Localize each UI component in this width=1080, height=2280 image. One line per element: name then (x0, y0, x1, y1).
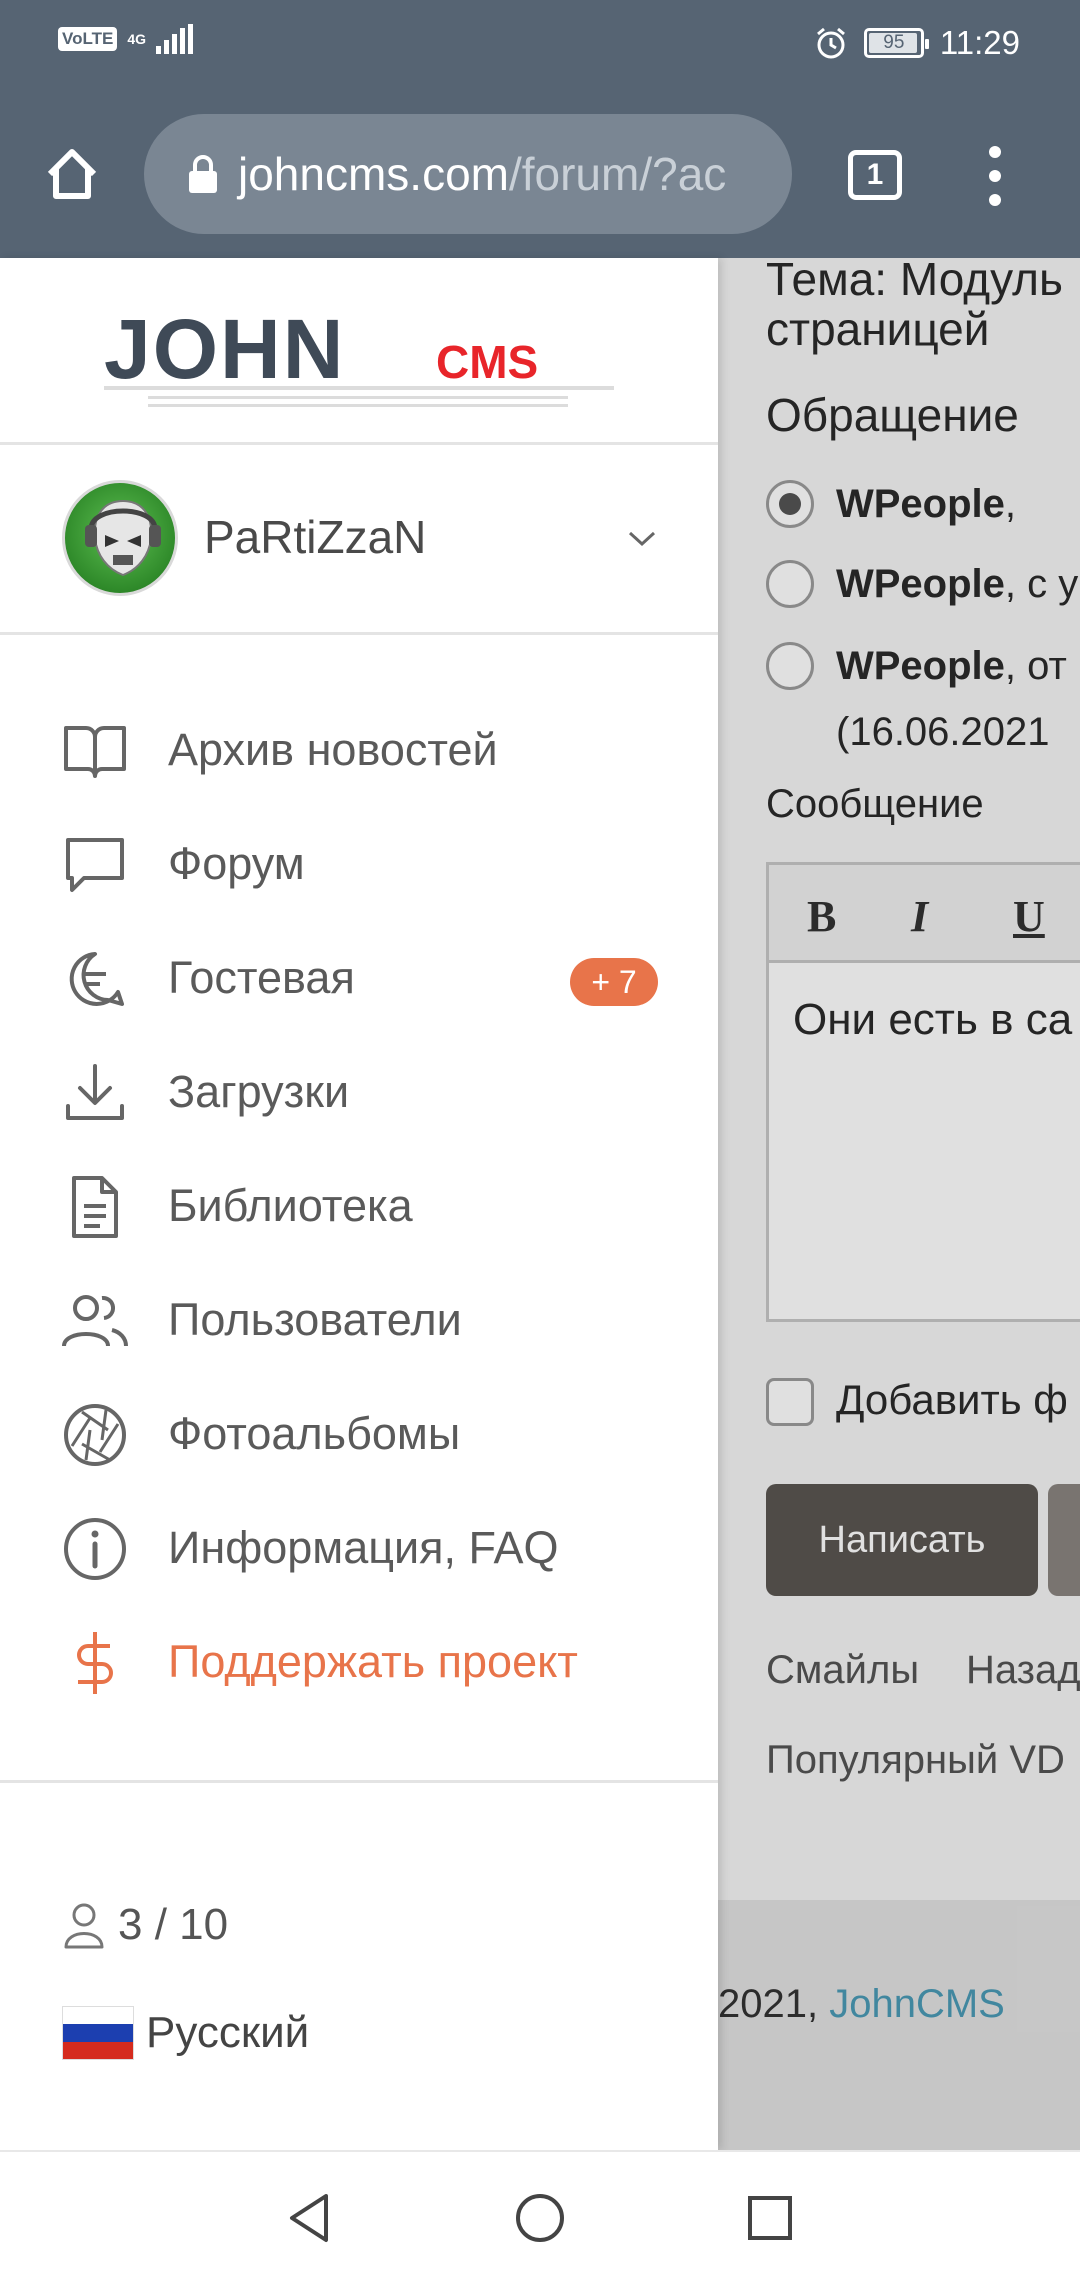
svg-text:JOHN: JOHN (104, 310, 345, 396)
guestbook-badge: + 7 (570, 958, 658, 1006)
signal-bars-icon (156, 24, 193, 54)
guestbook-icon (69, 952, 124, 1006)
browser-menu-button[interactable] (980, 146, 1010, 206)
download-icon (66, 1064, 124, 1120)
nav-label: Поддержать проект (168, 1636, 578, 1687)
online-counter[interactable]: 3 / 10 (62, 1900, 228, 1950)
url-host: johncms.com (238, 148, 509, 200)
divider (0, 632, 718, 635)
recents-square-icon[interactable] (740, 2188, 800, 2248)
language-label: Русский (146, 2008, 310, 2057)
book-icon (64, 726, 126, 778)
battery-icon: 95 (863, 28, 929, 58)
navigation-drawer: JOHN CMS PaRtiZzaN Архив новостей Форум … (0, 258, 718, 2150)
drawer-scrim[interactable] (718, 258, 1080, 2150)
users-icon (62, 1295, 128, 1347)
network-type: 4G (127, 31, 146, 47)
johncms-logo[interactable]: JOHN CMS (104, 302, 614, 410)
svg-text:CMS: CMS (436, 336, 538, 388)
lock-icon (189, 155, 217, 193)
info-icon (64, 1518, 126, 1580)
nav-label: Пользователи (168, 1294, 462, 1345)
language-selector[interactable]: Русский (62, 2006, 309, 2060)
url-path: /forum/?ac (508, 148, 727, 200)
status-right: 95 11:29 (814, 24, 1020, 62)
alarm-icon (816, 27, 845, 59)
status-bar: VoLTE 4G 95 11:29 (0, 0, 1080, 90)
nav-label: Форум (168, 838, 305, 889)
signal-indicators: VoLTE 4G (58, 24, 193, 54)
online-count: 3 / 10 (118, 1900, 229, 1949)
chevron-down-icon[interactable] (624, 520, 660, 556)
user-icon (64, 1903, 104, 1949)
battery-level: 95 (883, 32, 905, 53)
nav-label: Библиотека (168, 1180, 413, 1231)
home-circle-icon[interactable] (510, 2188, 570, 2248)
address-bar[interactable]: johncms.com/forum/?ac (144, 114, 792, 234)
home-icon (47, 149, 97, 199)
system-navigation-bar (0, 2150, 1080, 2280)
nav-item-downloads[interactable]: Загрузки (0, 1038, 718, 1138)
nav-label: Фотоальбомы (168, 1408, 461, 1459)
home-button[interactable] (36, 138, 108, 210)
url-text: johncms.com/forum/?ac (238, 147, 726, 201)
nav-label: Архив новостей (168, 724, 498, 775)
nav-item-info-faq[interactable]: Информация, FAQ (0, 1494, 718, 1594)
nav-item-library[interactable]: Библиотека (0, 1152, 718, 1252)
russia-flag-icon (62, 2006, 134, 2060)
browser-toolbar: johncms.com/forum/?ac 1 (0, 90, 1080, 258)
nav-label: Загрузки (168, 1066, 350, 1117)
nav-item-photo-albums[interactable]: Фотоальбомы (0, 1380, 718, 1480)
nav-item-guestbook[interactable]: Гостевая + 7 (0, 924, 718, 1024)
tabs-button[interactable]: 1 (848, 150, 902, 200)
aperture-icon (64, 1404, 126, 1466)
dollar-icon (77, 1632, 113, 1694)
chat-bubble-icon (66, 838, 124, 892)
tab-count: 1 (866, 158, 884, 191)
nav-item-donate[interactable]: Поддержать проект (0, 1608, 718, 1708)
username[interactable]: PaRtiZzaN (204, 510, 426, 564)
nav-item-users[interactable]: Пользователи (0, 1266, 718, 1366)
volte-icon: VoLTE (58, 27, 118, 51)
nav-item-news-archive[interactable]: Архив новостей (0, 696, 718, 796)
divider (0, 1780, 718, 1783)
nav-label: Информация, FAQ (168, 1522, 559, 1573)
avatar[interactable] (62, 480, 178, 596)
nav-label: Гостевая (168, 952, 355, 1003)
document-icon (72, 1176, 118, 1238)
back-triangle-icon[interactable] (280, 2188, 340, 2248)
divider (0, 442, 718, 445)
clock: 11:29 (939, 24, 1020, 61)
nav-item-forum[interactable]: Форум (0, 810, 718, 910)
